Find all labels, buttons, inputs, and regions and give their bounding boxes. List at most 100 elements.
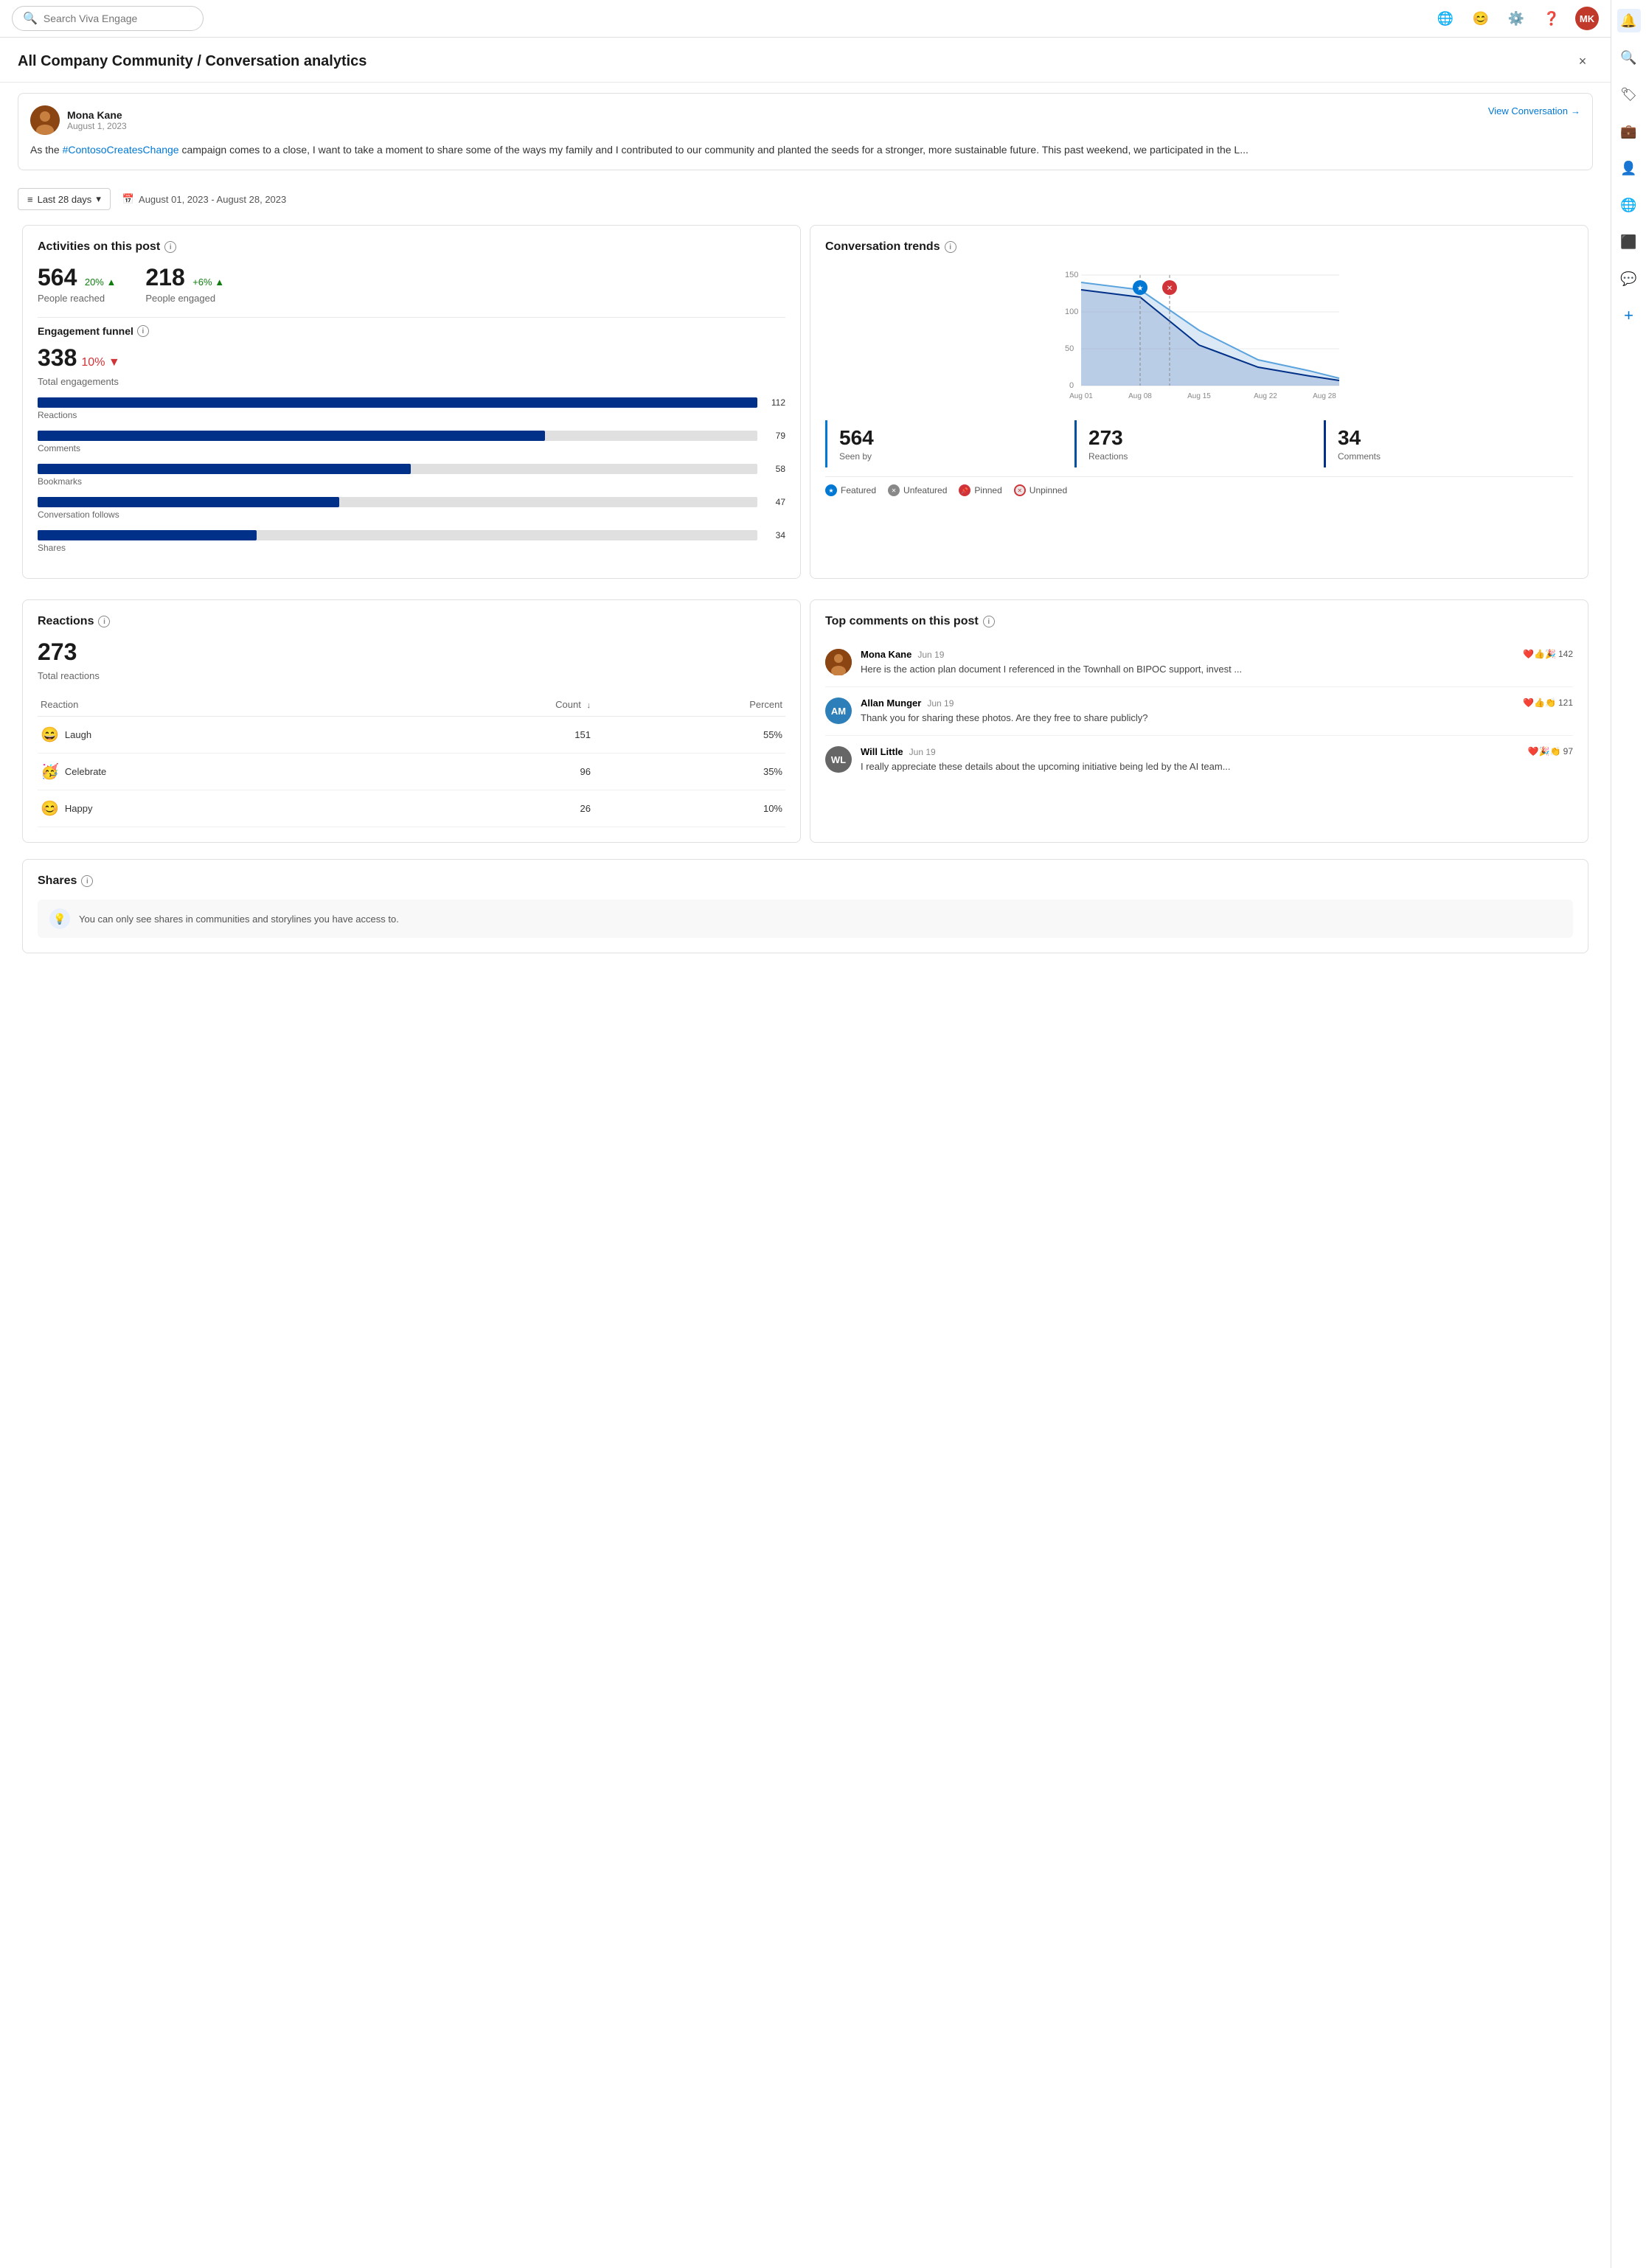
svg-text:Aug 22: Aug 22 xyxy=(1254,392,1277,400)
comment-date-3: Jun 19 xyxy=(909,747,936,757)
reactions-table: Reaction Count ↓ Percent � xyxy=(38,693,785,827)
analytics-panel: All Company Community / Conversation ana… xyxy=(0,38,1611,2268)
panel-title: All Company Community / Conversation ana… xyxy=(18,53,367,70)
total-engagements-num: 338 xyxy=(38,344,77,372)
author-date: August 1, 2023 xyxy=(67,121,127,131)
filter-icon: ≡ xyxy=(27,194,33,205)
comment-author-3: Will Little xyxy=(861,746,903,757)
post-preview: Mona Kane August 1, 2023 As the #Contoso… xyxy=(18,93,1593,170)
comment-reactions-2: ❤️👍👏 121 xyxy=(1523,698,1573,708)
period-filter-button[interactable]: ≡ Last 28 days ▾ xyxy=(18,188,111,210)
author-avatar xyxy=(30,105,60,135)
funnel-info-icon[interactable]: i xyxy=(137,325,149,337)
activities-title: Activities on this post i xyxy=(38,240,785,254)
people-engaged-num: 218 xyxy=(145,264,184,291)
trends-title: Conversation trends i xyxy=(825,240,1573,254)
svg-text:✕: ✕ xyxy=(1167,285,1173,293)
svg-text:Aug 01: Aug 01 xyxy=(1069,392,1093,400)
person-icon[interactable]: 👤 xyxy=(1617,156,1641,180)
bookmark-icon[interactable]: 🏷 xyxy=(1617,83,1641,106)
hashtag[interactable]: #ContosoCreatesChange xyxy=(63,144,179,156)
col-count-header: Count ↓ xyxy=(391,693,594,717)
emoji-icon[interactable]: 😊 xyxy=(1469,7,1493,30)
shares-info-icon[interactable]: i xyxy=(81,875,93,887)
settings-icon[interactable]: ⚙️ xyxy=(1504,7,1528,30)
people-engaged-label: People engaged xyxy=(145,293,224,304)
total-reactions-row: 273 xyxy=(38,639,785,666)
table-row: 🥳 Celebrate 96 35% xyxy=(38,754,785,790)
author-info: Mona Kane August 1, 2023 xyxy=(67,109,127,131)
comment-avatar-2: AM xyxy=(825,698,852,724)
comment-avatar-1 xyxy=(825,649,852,675)
trend-seen-by: 564 Seen by xyxy=(825,420,1063,467)
table-row: 😊 Happy 26 10% xyxy=(38,790,785,827)
bar-comments: 79 Comments xyxy=(38,431,785,453)
globe-icon[interactable]: 🌐 xyxy=(1434,7,1457,30)
total-engagements-row: 338 10% ▼ xyxy=(38,344,785,372)
globe-sidebar-icon[interactable]: 🌐 xyxy=(1617,193,1641,217)
close-button[interactable]: × xyxy=(1572,51,1593,72)
svg-text:Aug 15: Aug 15 xyxy=(1187,392,1211,400)
comment-item: WL Will Little Jun 19 I really appreciat… xyxy=(825,736,1573,784)
search-icon: 🔍 xyxy=(23,11,38,26)
laugh-emoji: 😄 xyxy=(41,726,59,744)
top-grid: Activities on this post i 564 20% ▲ Peop… xyxy=(0,220,1611,583)
sort-arrow-icon[interactable]: ↓ xyxy=(586,701,591,710)
calendar-icon: 📅 xyxy=(122,193,134,205)
search-sidebar-icon[interactable]: 🔍 xyxy=(1617,46,1641,69)
shares-note: 💡 You can only see shares in communities… xyxy=(38,900,1573,938)
comment-body-2: Allan Munger Jun 19 Thank you for sharin… xyxy=(861,698,1508,725)
total-reactions-num: 273 xyxy=(38,639,77,666)
funnel-title: Engagement funnel i xyxy=(38,325,785,337)
comment-text-3: I really appreciate these details about … xyxy=(861,760,1513,773)
reactions-info-icon[interactable]: i xyxy=(98,616,110,627)
panel-header: All Company Community / Conversation ana… xyxy=(0,38,1611,83)
comments-info-icon[interactable]: i xyxy=(983,616,995,627)
trends-svg: 150 100 50 0 xyxy=(825,264,1573,411)
laugh-count: 151 xyxy=(391,717,594,754)
total-engagements-change: 10% ▼ xyxy=(81,356,119,369)
people-reached-num: 564 xyxy=(38,264,77,291)
svg-text:150: 150 xyxy=(1065,271,1078,279)
reactions-title: Reactions i xyxy=(38,615,785,628)
comment-item: AM Allan Munger Jun 19 Thank you for sha… xyxy=(825,687,1573,736)
briefcase-icon[interactable]: 💼 xyxy=(1617,119,1641,143)
help-icon[interactable]: ❓ xyxy=(1540,7,1563,30)
happy-emoji: 😊 xyxy=(41,799,59,818)
notification-icon[interactable]: 🔔 xyxy=(1617,9,1641,32)
trend-reactions: 273 Reactions xyxy=(1074,420,1312,467)
total-engagements-label: Total engagements xyxy=(38,376,785,387)
celebrate-emoji: 🥳 xyxy=(41,762,59,781)
main-wrapper: 🔍 🌐 😊 ⚙️ ❓ MK All Company Community / Co… xyxy=(0,0,1611,2268)
search-box[interactable]: 🔍 xyxy=(12,6,204,31)
top-bar-icons: 🌐 😊 ⚙️ ❓ MK xyxy=(1434,7,1599,30)
comment-reactions-3: ❤️🎉👏 97 xyxy=(1528,746,1573,756)
search-input[interactable] xyxy=(44,13,191,24)
people-reached-label: People reached xyxy=(38,293,116,304)
unpinned-dot: ✕ xyxy=(1014,484,1026,496)
trends-legend: ★ Featured ✕ Unfeatured 📌 xyxy=(825,476,1573,496)
legend-featured: ★ Featured xyxy=(825,484,876,496)
trends-chart: 150 100 50 0 xyxy=(825,264,1573,411)
svg-text:Aug 08: Aug 08 xyxy=(1128,392,1152,400)
trends-info-icon[interactable]: i xyxy=(945,241,956,253)
svg-text:100: 100 xyxy=(1065,307,1078,316)
add-icon[interactable]: + xyxy=(1617,304,1641,327)
user-avatar[interactable]: MK xyxy=(1575,7,1599,30)
featured-dot: ★ xyxy=(825,484,837,496)
activities-card: Activities on this post i 564 20% ▲ Peop… xyxy=(22,225,801,579)
activities-info-icon[interactable]: i xyxy=(164,241,176,253)
outlook-icon[interactable]: ⬛ xyxy=(1617,230,1641,254)
unfeatured-dot: ✕ xyxy=(888,484,900,496)
comment-author-2: Allan Munger xyxy=(861,698,921,709)
note-icon: 💡 xyxy=(49,908,70,929)
trends-card: Conversation trends i 150 100 50 0 xyxy=(810,225,1588,579)
chevron-down-icon: ▾ xyxy=(96,193,101,205)
col-percent-header: Percent xyxy=(594,693,785,717)
happy-percent: 10% xyxy=(594,790,785,827)
chat-icon[interactable]: 💬 xyxy=(1617,267,1641,291)
view-conversation-link[interactable]: View Conversation → xyxy=(1488,105,1580,116)
people-engaged-change: +6% ▲ xyxy=(192,276,224,288)
bar-follows: 47 Conversation follows xyxy=(38,497,785,520)
comment-body-3: Will Little Jun 19 I really appreciate t… xyxy=(861,746,1513,773)
